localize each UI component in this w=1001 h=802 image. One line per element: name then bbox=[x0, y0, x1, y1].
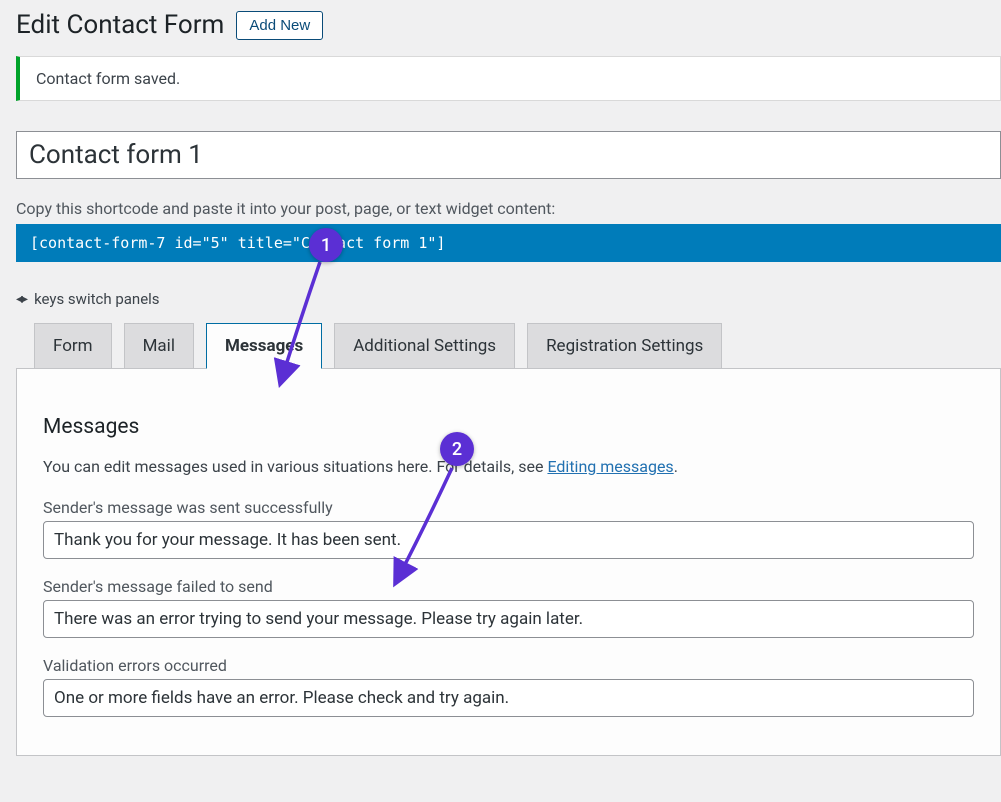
add-new-button[interactable]: Add New bbox=[236, 11, 323, 40]
tab-additional-settings[interactable]: Additional Settings bbox=[334, 323, 515, 369]
messages-panel: Messages You can edit messages used in v… bbox=[16, 368, 1001, 756]
desc-post: . bbox=[674, 457, 678, 476]
field-input-validation[interactable] bbox=[43, 679, 974, 717]
tab-registration-settings[interactable]: Registration Settings bbox=[527, 323, 722, 369]
annotation-circle-1: 1 bbox=[309, 228, 343, 262]
field-label-send-fail: Sender's message failed to send bbox=[43, 577, 974, 596]
editing-messages-link[interactable]: Editing messages bbox=[547, 457, 673, 476]
field-input-sent-success[interactable] bbox=[43, 521, 974, 559]
page-title: Edit Contact Form bbox=[16, 10, 224, 40]
annotation-circle-2: 2 bbox=[440, 432, 474, 466]
field-label-sent-success: Sender's message was sent successfully bbox=[43, 498, 974, 517]
messages-heading: Messages bbox=[43, 415, 974, 439]
tab-mail[interactable]: Mail bbox=[124, 323, 194, 369]
left-right-arrows-icon: ◂▸ bbox=[16, 291, 26, 307]
keys-switch-panels: ◂▸ keys switch panels bbox=[16, 290, 1001, 308]
notice-text: Contact form saved. bbox=[36, 69, 180, 88]
keys-switch-label: keys switch panels bbox=[34, 290, 160, 308]
form-title-input[interactable] bbox=[16, 131, 1001, 179]
tabs-row: Form Mail Messages Additional Settings R… bbox=[16, 322, 1001, 368]
notice-saved: Contact form saved. bbox=[16, 56, 1001, 101]
tab-form[interactable]: Form bbox=[34, 323, 112, 369]
field-input-send-fail[interactable] bbox=[43, 600, 974, 638]
desc-pre: You can edit messages used in various si… bbox=[43, 457, 547, 476]
field-label-validation: Validation errors occurred bbox=[43, 656, 974, 675]
shortcode-box[interactable]: [contact-form-7 id="5" title="Contact fo… bbox=[16, 224, 1001, 262]
messages-description: You can edit messages used in various si… bbox=[43, 457, 974, 476]
tab-messages[interactable]: Messages bbox=[206, 323, 322, 369]
shortcode-hint: Copy this shortcode and paste it into yo… bbox=[16, 199, 1001, 218]
